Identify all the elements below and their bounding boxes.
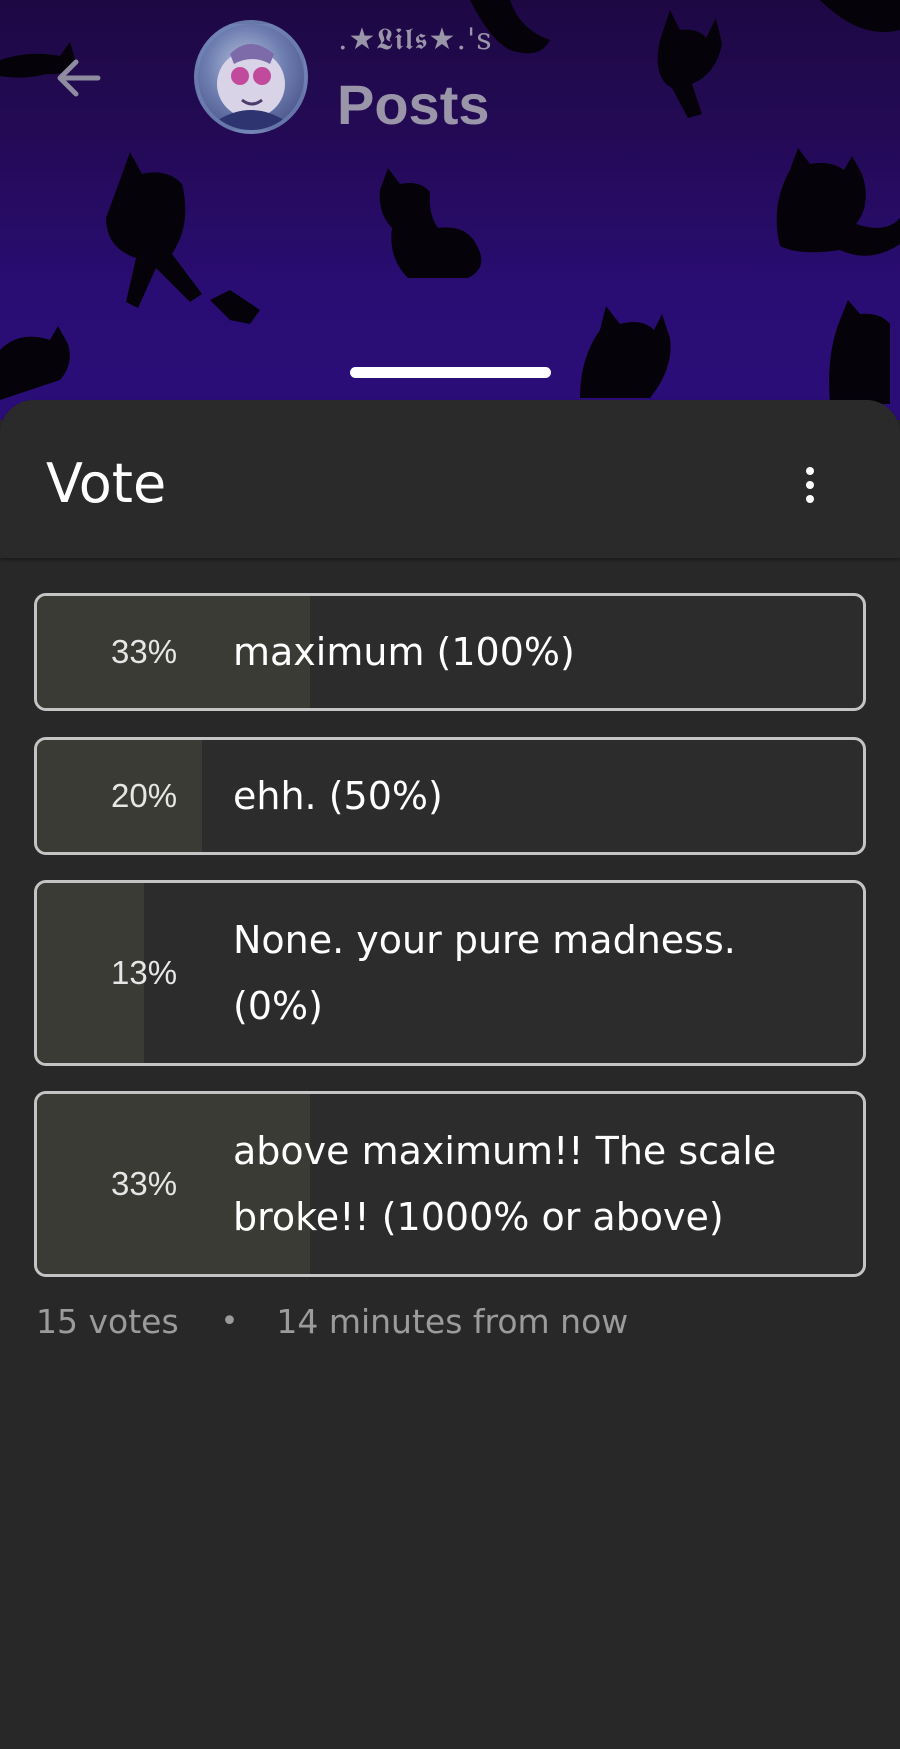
separator-dot: • — [220, 1304, 239, 1339]
poll-option-label: maximum (100%) — [233, 630, 575, 674]
more-options-button[interactable] — [790, 460, 830, 510]
poll-time-remaining: 14 minutes from now — [276, 1302, 629, 1341]
poll-footer: 15 votes • 14 minutes from now — [36, 1302, 628, 1341]
sheet-header: Vote — [0, 400, 900, 558]
poll-option[interactable]: 33% above maximum!! The scale broke!! (1… — [34, 1091, 866, 1277]
post-owner-name: .★𝕷𝖎𝖑𝖘★.'s — [338, 22, 493, 57]
poll-option-percent: 13% — [111, 954, 178, 991]
more-vertical-icon-dot — [806, 495, 814, 503]
poll-option[interactable]: 13% None. your pure madness. (0%) — [34, 880, 866, 1066]
poll-option-label: above maximum!! The scale broke!! (1000%… — [233, 1129, 777, 1239]
more-vertical-icon-dot — [806, 481, 814, 489]
poll-option[interactable]: 33% maximum (100%) — [34, 593, 866, 711]
poll-option-label: ehh. (50%) — [233, 774, 443, 818]
vote-count: 15 votes — [36, 1302, 179, 1341]
poll-option[interactable]: 20% ehh. (50%) — [34, 737, 866, 855]
post-header-background: .★𝕷𝖎𝖑𝖘★.'s Posts — [0, 0, 900, 420]
poll-screen: .★𝕷𝖎𝖑𝖘★.'s Posts Vote 33% maximum (100%)… — [0, 0, 900, 1749]
poll-option-label: None. your pure madness. (0%) — [233, 918, 736, 1028]
sheet-drag-handle[interactable] — [350, 367, 551, 378]
back-button[interactable] — [50, 50, 106, 106]
poll-title: Vote — [46, 452, 167, 515]
more-vertical-icon — [806, 467, 814, 475]
poll-option-percent: 20% — [111, 777, 178, 814]
header-dim-overlay — [0, 0, 900, 420]
page-title: Posts — [337, 73, 490, 136]
avatar[interactable] — [194, 20, 308, 134]
avatar-image — [217, 44, 285, 130]
poll-option-percent: 33% — [111, 633, 178, 670]
arrow-left-icon — [57, 59, 101, 97]
poll-option-percent: 33% — [111, 1165, 178, 1202]
